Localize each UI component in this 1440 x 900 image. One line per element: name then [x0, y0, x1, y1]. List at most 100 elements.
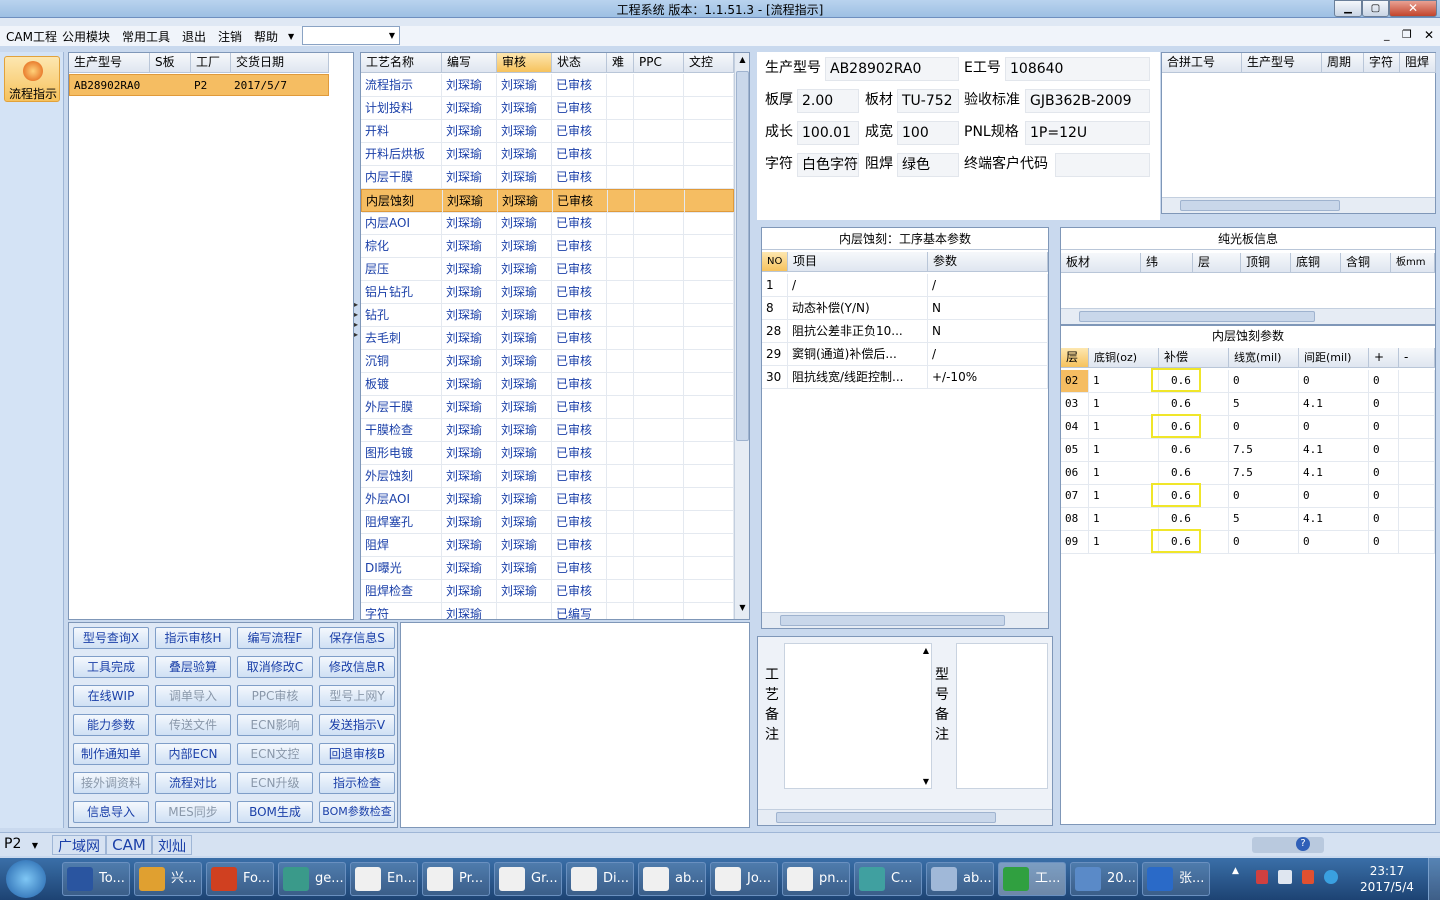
etch-param-cell[interactable]: [1399, 531, 1435, 554]
close-window-button[interactable]: ✕: [1389, 0, 1437, 17]
col-factory[interactable]: 工厂: [191, 53, 231, 73]
etch-param-cell[interactable]: 1: [1089, 485, 1159, 508]
etch-param-cell[interactable]: 0: [1369, 508, 1399, 531]
etch-param-cell[interactable]: [1399, 508, 1435, 531]
etch-param-cell[interactable]: 0: [1369, 416, 1399, 439]
etch-param-cell[interactable]: [1399, 439, 1435, 462]
process-row[interactable]: 板镀 刘琛瑜 刘琛瑜 已审核: [361, 373, 734, 396]
etch-param-cell[interactable]: 0: [1369, 462, 1399, 485]
col-top-cu[interactable]: 顶铜: [1241, 253, 1291, 273]
col-s-board[interactable]: S板: [150, 53, 191, 73]
etch-param-cell[interactable]: 0: [1369, 370, 1399, 393]
etch-param-cell[interactable]: [1399, 393, 1435, 416]
etch-param-cell[interactable]: 0: [1369, 485, 1399, 508]
merge-hscroll[interactable]: [1162, 197, 1435, 213]
flow-indicator-button[interactable]: 流程指示: [4, 56, 60, 102]
etch-param-cell[interactable]: [1399, 416, 1435, 439]
plant-combo[interactable]: P2 ▼: [4, 836, 48, 854]
col-with-cu[interactable]: 含铜: [1341, 253, 1391, 273]
scroll-thumb[interactable]: [1180, 200, 1340, 211]
etch-param-cell[interactable]: 03: [1061, 393, 1089, 416]
col-author[interactable]: 编写: [442, 53, 497, 73]
action-button[interactable]: 发送指示V: [319, 714, 395, 736]
action-button[interactable]: BOM参数检查: [319, 801, 395, 823]
process-row[interactable]: 外层干膜 刘琛瑜 刘琛瑜 已审核: [361, 396, 734, 419]
tray-expand-icon[interactable]: ▲: [1232, 866, 1239, 876]
taskbar-item[interactable]: 工...: [998, 862, 1066, 896]
col-minus[interactable]: -: [1399, 348, 1435, 368]
process-row[interactable]: 开料后烘板 刘琛瑜 刘琛瑜 已审核: [361, 143, 734, 166]
col-spacing[interactable]: 间距(mil): [1299, 348, 1369, 368]
table-row[interactable]: AB28902RA0 P2 2017/5/7: [69, 74, 329, 96]
col-board-mat[interactable]: 板材: [1061, 253, 1141, 273]
etch-param-cell[interactable]: 0: [1299, 531, 1369, 554]
taskbar-item[interactable]: Gr...: [494, 862, 562, 896]
etch-param-cell[interactable]: 0: [1299, 485, 1369, 508]
menu-tools[interactable]: 常用工具: [122, 28, 170, 45]
etch-param-cell[interactable]: 7.5: [1229, 439, 1299, 462]
process-row[interactable]: 内层蚀刻 刘琛瑜 刘琛瑜 已审核: [361, 189, 735, 213]
taskbar-item[interactable]: ge...: [278, 862, 346, 896]
action-button[interactable]: 回退审核B: [319, 743, 395, 765]
tray-volume-icon[interactable]: [1324, 870, 1338, 884]
col-plus[interactable]: +: [1369, 348, 1399, 368]
action-button[interactable]: PPC审核: [237, 685, 313, 707]
action-button[interactable]: 制作通知单: [73, 743, 149, 765]
scroll-down-icon[interactable]: ▼: [923, 777, 929, 786]
process-remark-textarea[interactable]: ▲ ▼: [784, 643, 932, 789]
action-button[interactable]: BOM生成: [237, 801, 313, 823]
col-board-mm[interactable]: 板mm: [1391, 253, 1435, 273]
etch-param-cell[interactable]: 0: [1299, 370, 1369, 393]
help-icon[interactable]: ?: [1296, 837, 1310, 851]
process-row[interactable]: 字符 刘琛瑜 已编写: [361, 603, 734, 619]
col-item[interactable]: 项目: [788, 252, 928, 272]
scroll-thumb[interactable]: [776, 812, 996, 823]
action-button[interactable]: 指示审核H: [155, 627, 231, 649]
minimize-button[interactable]: ▁: [1334, 0, 1362, 17]
etch-param-cell[interactable]: 08: [1061, 508, 1089, 531]
etch-param-cell[interactable]: 0: [1369, 531, 1399, 554]
col-merge-model[interactable]: 生产型号: [1242, 53, 1322, 73]
etch-param-cell[interactable]: [1399, 370, 1435, 393]
process-row[interactable]: 钻孔 刘琛瑜 刘琛瑜 已审核: [361, 304, 734, 327]
process-row[interactable]: 开料 刘琛瑜 刘琛瑜 已审核: [361, 120, 734, 143]
taskbar-item[interactable]: Pr...: [422, 862, 490, 896]
taskbar-item[interactable]: 兴...: [134, 862, 202, 896]
etch-param-cell[interactable]: 0: [1299, 416, 1369, 439]
mdi-minimize-icon[interactable]: _: [1384, 28, 1390, 41]
etch-param-cell[interactable]: [1399, 462, 1435, 485]
len-value[interactable]: 100.01: [797, 121, 859, 145]
col-no[interactable]: NO: [762, 252, 788, 272]
etch-param-cell[interactable]: 4.1: [1299, 462, 1369, 485]
etch-param-cell[interactable]: 0: [1229, 531, 1299, 554]
process-row[interactable]: 阻焊检查 刘琛瑜 刘琛瑜 已审核: [361, 580, 734, 603]
process-row[interactable]: 外层蚀刻 刘琛瑜 刘琛瑜 已审核: [361, 465, 734, 488]
etch-param-cell[interactable]: 1: [1089, 370, 1159, 393]
menu-cam[interactable]: CAM工程: [6, 28, 57, 45]
col-layer[interactable]: 层: [1193, 253, 1241, 273]
scroll-up-icon[interactable]: ▲: [923, 646, 929, 655]
action-button[interactable]: 流程对比: [155, 772, 231, 794]
etch-param-cell[interactable]: 0.6: [1159, 439, 1229, 462]
base-hscroll[interactable]: [762, 612, 1048, 628]
etch-param-cell[interactable]: 07: [1061, 485, 1089, 508]
action-button[interactable]: 能力参数: [73, 714, 149, 736]
process-row[interactable]: 阻焊 刘琛瑜 刘琛瑜 已审核: [361, 534, 734, 557]
tray-clock[interactable]: 23:17 2017/5/4: [1352, 863, 1422, 895]
etch-param-cell[interactable]: 0: [1229, 416, 1299, 439]
process-row[interactable]: 计划投料 刘琛瑜 刘琛瑜 已审核: [361, 97, 734, 120]
action-button[interactable]: 型号查询X: [73, 627, 149, 649]
tray-flag-icon[interactable]: [1256, 870, 1268, 884]
etch-param-cell[interactable]: 7.5: [1229, 462, 1299, 485]
col-weft[interactable]: 纬: [1141, 253, 1193, 273]
action-button[interactable]: 传送文件: [155, 714, 231, 736]
action-button[interactable]: 工具完成: [73, 656, 149, 678]
start-button[interactable]: [6, 860, 46, 898]
col-bottom-cu[interactable]: 底铜: [1291, 253, 1341, 273]
mat-value[interactable]: TU-752: [897, 89, 959, 113]
taskbar-item[interactable]: 张...: [1142, 862, 1210, 896]
process-row[interactable]: 铝片钻孔 刘琛瑜 刘琛瑜 已审核: [361, 281, 734, 304]
etch-param-cell[interactable]: 1: [1089, 439, 1159, 462]
etch-param-cell[interactable]: 5: [1229, 393, 1299, 416]
process-row[interactable]: 外层AOI 刘琛瑜 刘琛瑜 已审核: [361, 488, 734, 511]
